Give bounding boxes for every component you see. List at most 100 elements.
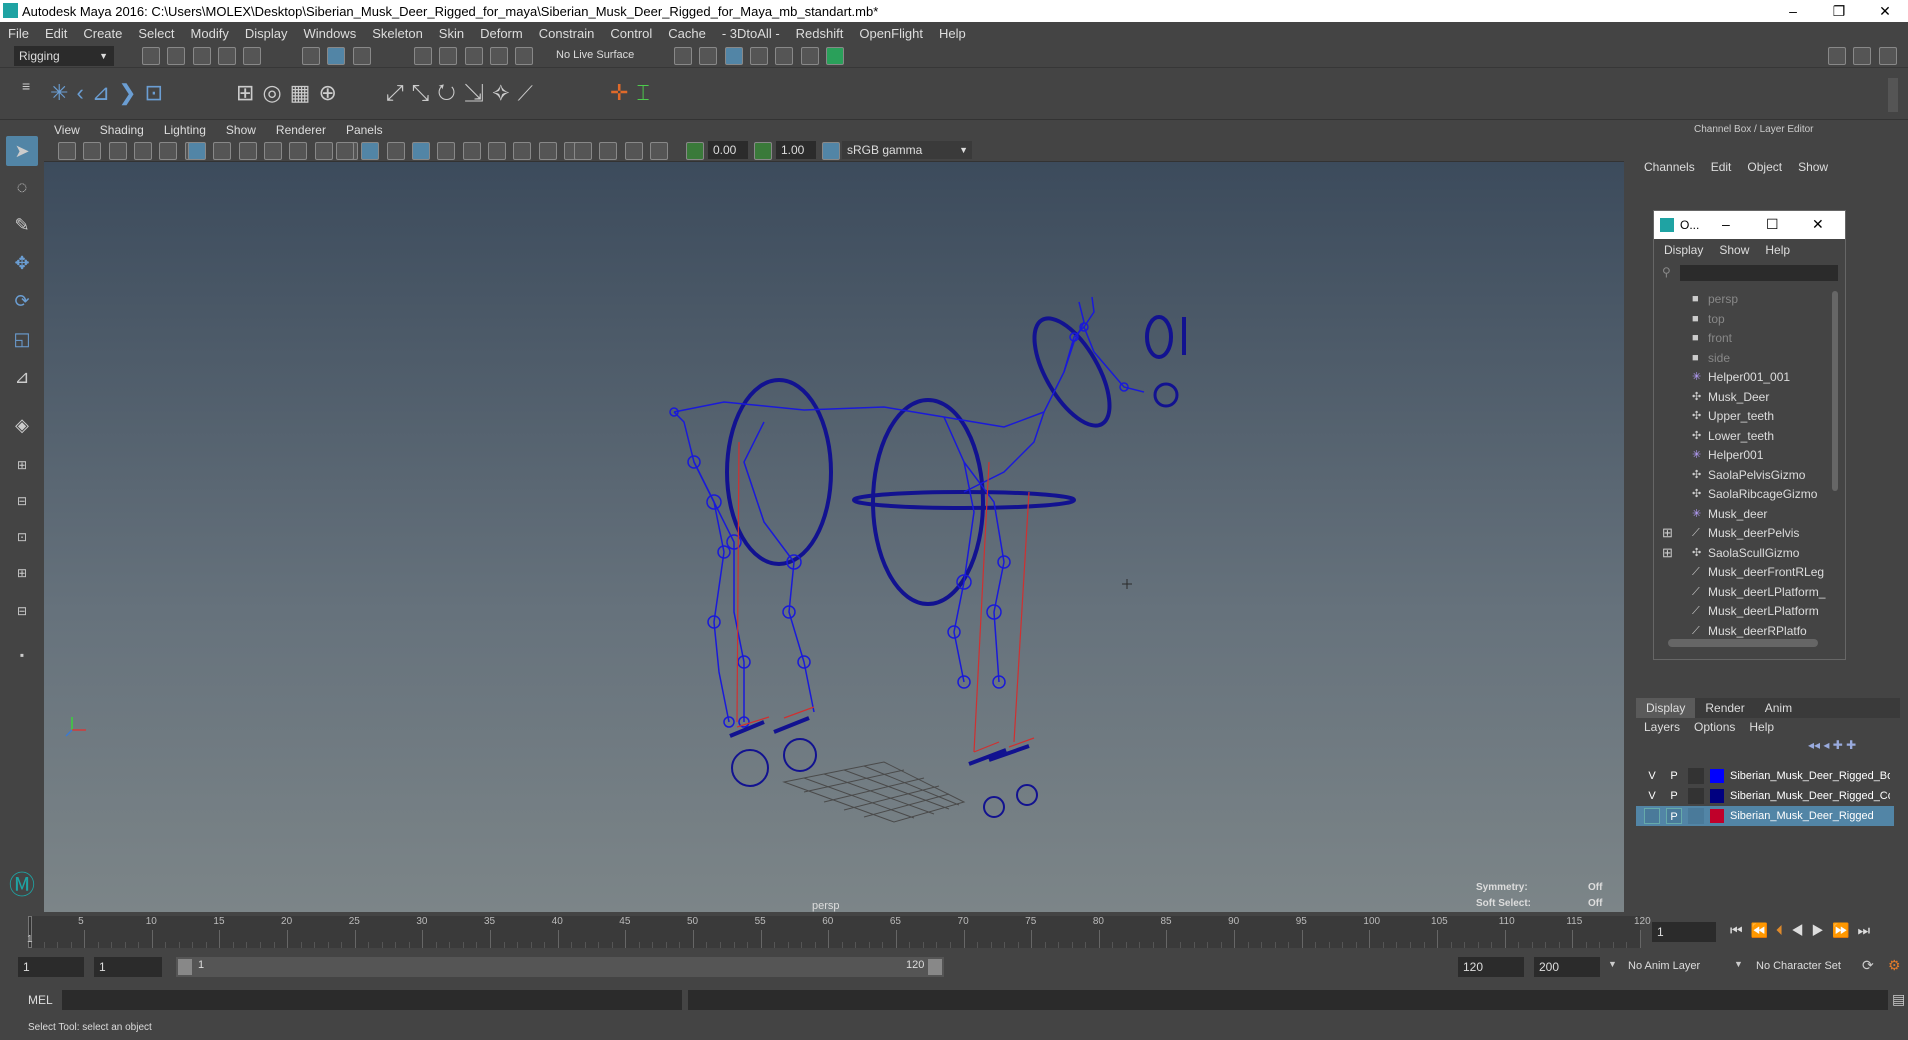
- shelf-menu-icon[interactable]: ≡: [22, 78, 30, 94]
- outliner-item[interactable]: ■ front: [1654, 328, 1834, 348]
- foot-roll-control-lb[interactable]: [983, 796, 1005, 818]
- layout-menu-icon[interactable]: ▪: [6, 640, 38, 670]
- outliner-item[interactable]: ⊞ ✣ SaolaScullGizmo: [1654, 543, 1834, 563]
- scale-constraint-icon[interactable]: ⇲: [464, 80, 492, 105]
- new-layer-icon[interactable]: ✚: [1833, 738, 1843, 752]
- gamma-field[interactable]: 1.00: [776, 141, 816, 159]
- history-icon[interactable]: [674, 47, 692, 65]
- playback-toggle[interactable]: P: [1666, 808, 1682, 824]
- rotate-tool-icon[interactable]: ⟳: [6, 286, 38, 316]
- channelbox-menu-channels[interactable]: Channels: [1644, 160, 1695, 174]
- aim-constraint-icon[interactable]: ✧: [492, 80, 517, 105]
- character-set-label[interactable]: No Character Set: [1756, 960, 1841, 972]
- expand-icon[interactable]: ⊞: [1662, 523, 1673, 543]
- select-hierarchy-icon[interactable]: [302, 47, 320, 65]
- layer-menu-layers[interactable]: Layers: [1644, 720, 1680, 734]
- layer-row[interactable]: V P Siberian_Musk_Deer_Rigged_Co: [1636, 786, 1894, 806]
- display-type-toggle[interactable]: [1688, 768, 1704, 784]
- select-object-icon[interactable]: [327, 47, 346, 65]
- exposure-field[interactable]: 0.00: [708, 141, 748, 159]
- outliner-menu-display[interactable]: Display: [1664, 243, 1703, 257]
- image-plane-icon[interactable]: [134, 142, 153, 160]
- lattice-icon[interactable]: ▦: [290, 80, 319, 105]
- menu-file[interactable]: File: [0, 26, 37, 41]
- snap-curve-icon[interactable]: [439, 47, 458, 65]
- restore-button[interactable]: ❐: [1816, 0, 1862, 22]
- current-frame-field[interactable]: 1: [1652, 922, 1716, 942]
- menu-openflight[interactable]: OpenFlight: [851, 26, 931, 41]
- persp-outliner-icon[interactable]: ⊡: [6, 522, 38, 552]
- menu-3dtoall[interactable]: - 3DtoAll -: [714, 26, 788, 41]
- channel-box-toggle-icon[interactable]: [1828, 47, 1846, 65]
- four-view-icon[interactable]: ⊞: [6, 450, 38, 480]
- snap-point-icon[interactable]: [464, 47, 483, 65]
- layer-row[interactable]: P Siberian_Musk_Deer_Rigged: [1636, 806, 1894, 826]
- menu-control[interactable]: Control: [602, 26, 660, 41]
- viewport-menu-shading[interactable]: Shading: [90, 123, 154, 137]
- go-to-end-icon[interactable]: ⏭: [1857, 922, 1878, 938]
- smooth-shade-icon[interactable]: [361, 142, 380, 160]
- outliner-item[interactable]: ✳ Helper001: [1654, 445, 1834, 465]
- resolution-gate-icon[interactable]: [238, 142, 257, 160]
- two-view-icon[interactable]: ⊟: [6, 486, 38, 516]
- menu-edit[interactable]: Edit: [37, 26, 75, 41]
- layer-color-swatch[interactable]: [1710, 809, 1724, 823]
- channelbox-menu-edit[interactable]: Edit: [1711, 160, 1732, 174]
- field-chart-icon[interactable]: [289, 142, 308, 160]
- outliner-item[interactable]: ⟋ Musk_deerLPlatform: [1654, 601, 1834, 621]
- minimize-button[interactable]: –: [1770, 0, 1816, 22]
- film-gate-icon[interactable]: [213, 142, 232, 160]
- outliner-item[interactable]: ⟋ Musk_deerLPlatform_: [1654, 582, 1834, 602]
- layer-tab-anim[interactable]: Anim: [1755, 698, 1802, 718]
- outliner-item[interactable]: ✣ Lower_teeth: [1654, 426, 1834, 446]
- wireframe-icon[interactable]: [336, 142, 354, 160]
- outliner-scrollbar[interactable]: [1832, 291, 1838, 491]
- anim-layer-label[interactable]: No Anim Layer: [1628, 960, 1700, 972]
- orient-joint-icon[interactable]: ⊡: [145, 80, 171, 105]
- menu-skin[interactable]: Skin: [431, 26, 472, 41]
- shelf-scroll-handle[interactable]: [1888, 78, 1898, 112]
- menu-skeleton[interactable]: Skeleton: [364, 26, 431, 41]
- ribcage-gizmo[interactable]: [871, 398, 985, 606]
- channelbox-menu-show[interactable]: Show: [1798, 160, 1828, 174]
- script-editor-icon[interactable]: ▤: [1892, 991, 1905, 1008]
- playback-toggle[interactable]: P: [1666, 788, 1682, 804]
- layer-name[interactable]: Siberian_Musk_Deer_Rigged_Co: [1730, 786, 1890, 806]
- menu-redshift[interactable]: Redshift: [788, 26, 852, 41]
- save-scene-icon[interactable]: [192, 47, 211, 65]
- paint-select-tool-icon[interactable]: ✎: [6, 210, 38, 240]
- viewport-menu-panels[interactable]: Panels: [336, 123, 393, 137]
- jaw-control[interactable]: [1145, 315, 1173, 359]
- colorspace-dropdown[interactable]: sRGB gamma ▼: [842, 141, 972, 159]
- two-d-pan-icon[interactable]: [159, 142, 178, 160]
- layer-color-swatch[interactable]: [1710, 789, 1724, 803]
- menu-deform[interactable]: Deform: [472, 26, 531, 41]
- maximize-icon[interactable]: ☐: [1766, 216, 1779, 233]
- visibility-toggle[interactable]: [1644, 808, 1660, 824]
- display-type-toggle[interactable]: [1688, 788, 1704, 804]
- playback-end-field[interactable]: 120: [1458, 957, 1524, 977]
- close-button[interactable]: ✕: [1862, 0, 1908, 22]
- xray-active-icon[interactable]: [650, 142, 669, 160]
- chevron-down-icon[interactable]: ▼: [1734, 959, 1743, 969]
- anti-aliasing-icon[interactable]: [538, 142, 557, 160]
- render-view-icon[interactable]: [800, 47, 819, 65]
- anim-end-field[interactable]: 200: [1534, 957, 1600, 977]
- outliner-hscrollbar[interactable]: [1668, 639, 1818, 647]
- gate-mask-icon[interactable]: [264, 142, 283, 160]
- eye-control[interactable]: [1153, 382, 1179, 408]
- outliner-item[interactable]: ⊞ ⟋ Musk_deerPelvis: [1654, 523, 1834, 543]
- close-icon[interactable]: ✕: [1812, 216, 1824, 233]
- mirror-joint-icon[interactable]: ❯: [118, 80, 144, 105]
- playback-start-field[interactable]: 1: [94, 957, 162, 977]
- new-scene-icon[interactable]: [142, 47, 160, 65]
- lasso-tool-icon[interactable]: ◌: [6, 172, 38, 202]
- exposure-icon[interactable]: [686, 142, 704, 160]
- ik-handle-icon[interactable]: ‹: [76, 80, 91, 105]
- move-tool-icon[interactable]: ✥: [6, 248, 38, 278]
- visibility-toggle[interactable]: V: [1644, 768, 1660, 784]
- isolate-select-icon[interactable]: [574, 142, 592, 160]
- locator-icon[interactable]: ✛: [610, 80, 636, 105]
- step-forward-key-icon[interactable]: ⏩: [1832, 922, 1857, 938]
- xray-joints-icon[interactable]: [624, 142, 643, 160]
